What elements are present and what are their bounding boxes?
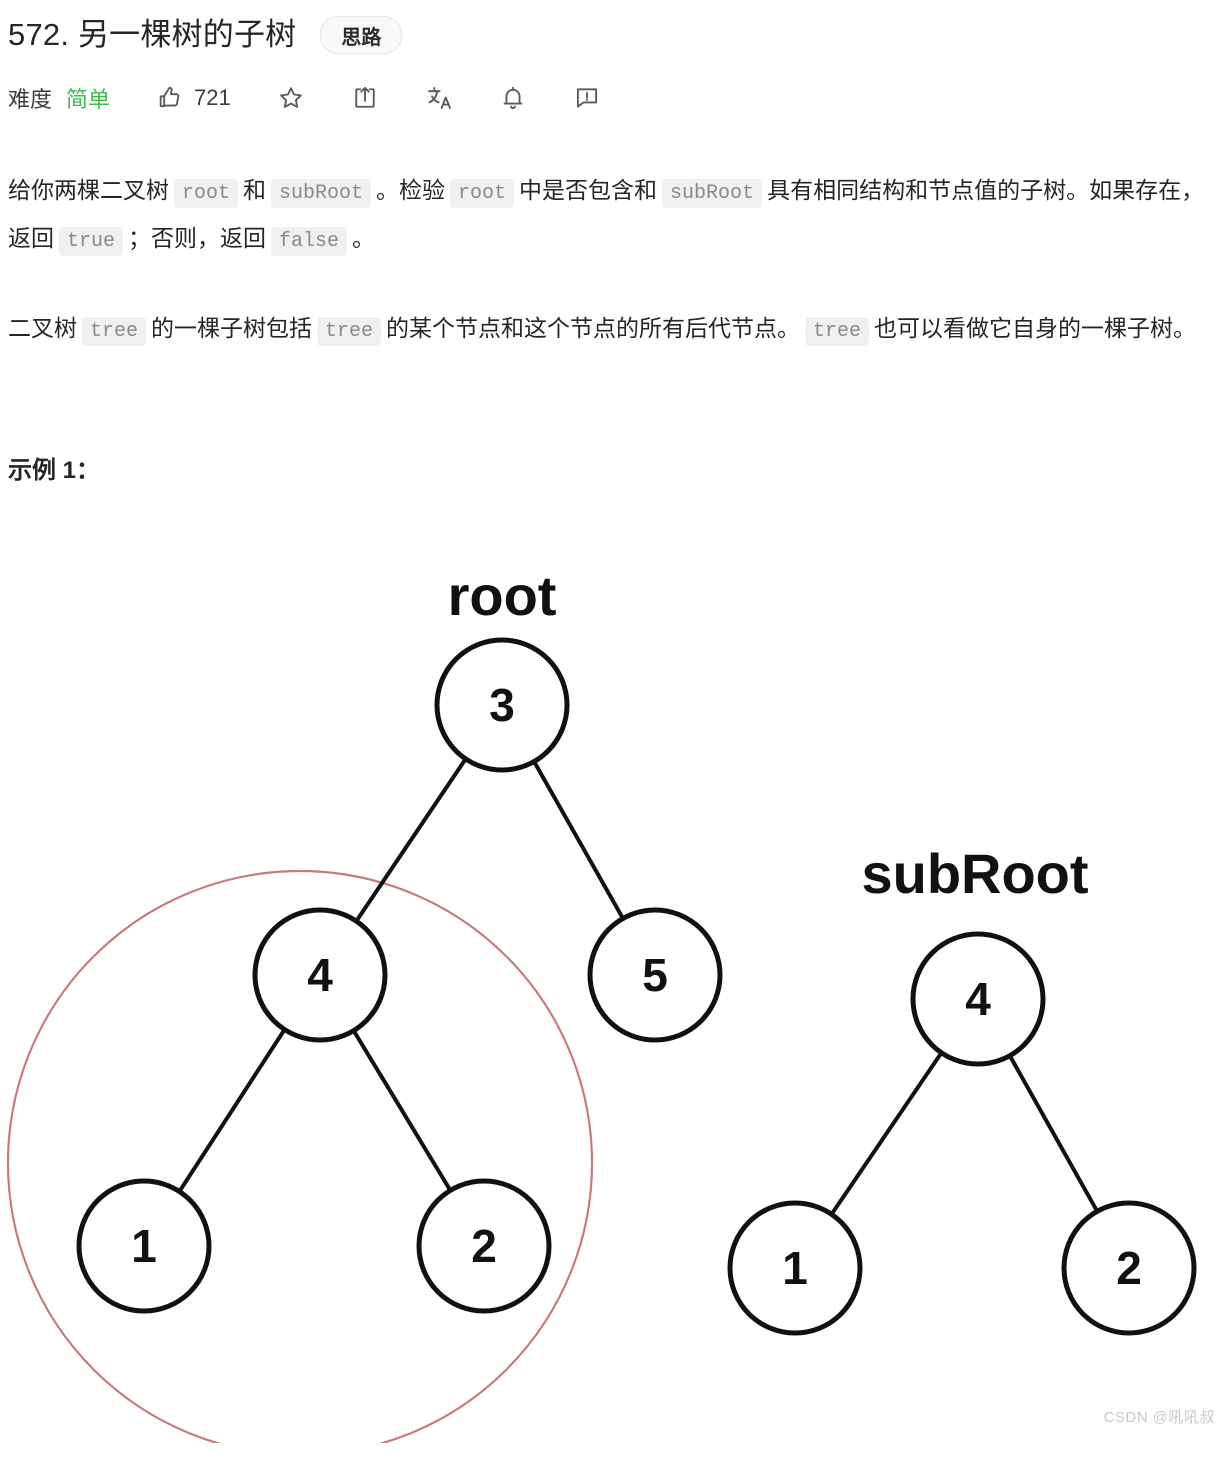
- code-chip-tree: tree: [805, 317, 870, 346]
- tree-node: 3: [434, 637, 570, 773]
- feedback-button[interactable]: [573, 84, 601, 112]
- code-chip-true: true: [59, 227, 124, 256]
- tree-node: 2: [1061, 1200, 1197, 1336]
- root-tree-label: root: [448, 564, 557, 627]
- idea-badge-button[interactable]: 思路: [320, 16, 403, 54]
- desc-text: 。: [352, 225, 376, 251]
- tree-edge: [351, 1029, 453, 1192]
- example-heading: 示例 1：: [8, 457, 101, 484]
- desc-text: 给你两棵二叉树: [8, 177, 169, 203]
- tree-node-value: 5: [642, 949, 668, 1001]
- tree-node: 1: [727, 1200, 863, 1336]
- like-count: 721: [194, 85, 231, 110]
- feedback-icon: [573, 84, 601, 112]
- code-chip-tree: tree: [82, 317, 147, 346]
- favorite-button[interactable]: [277, 84, 305, 112]
- code-chip-subroot: subRoot: [662, 179, 763, 208]
- desc-text: 。检验: [376, 177, 446, 203]
- desc-text: 的某个节点和这个节点的所有后代节点。: [386, 315, 801, 341]
- desc-text: ；否则，返回: [128, 225, 267, 251]
- tree-nodes: 3 4 5 1 2 4 1 2: [76, 637, 1197, 1336]
- page-title: 572. 另一棵树的子树: [8, 17, 297, 52]
- notification-button[interactable]: [499, 84, 527, 112]
- tree-node-value: 2: [1116, 1242, 1142, 1294]
- share-icon: [351, 84, 379, 112]
- translate-icon: [425, 84, 453, 112]
- problem-content: 给你两棵二叉树 root 和 subRoot 。检验 root 中是否包含和 subRoot 具…: [0, 168, 1229, 485]
- example-figure: 3 4 5 1 2 4 1 2 root subRoot CSDN @吼吼叔: [0, 513, 1229, 1443]
- tree-node-value: 4: [307, 949, 333, 1001]
- tree-node-value: 1: [131, 1220, 157, 1272]
- tree-edge: [1008, 1054, 1099, 1213]
- subroot-tree-label: subRoot: [861, 842, 1088, 905]
- code-chip-root: root: [450, 179, 515, 208]
- tree-edge: [177, 1028, 287, 1193]
- tree-node-value: 3: [489, 679, 515, 731]
- tree-node: 4: [252, 907, 388, 1043]
- binary-tree-diagram: 3 4 5 1 2 4 1 2 root subRoot: [6, 564, 1197, 1443]
- tree-node-value: 2: [471, 1220, 497, 1272]
- desc-text: 二叉树: [8, 315, 77, 341]
- tree-node-value: 4: [965, 973, 991, 1025]
- tree-node: 2: [416, 1178, 552, 1314]
- csdn-watermark: CSDN @吼吼叔: [1103, 1409, 1215, 1426]
- share-button[interactable]: [351, 84, 379, 112]
- description-paragraph-1: 给你两棵二叉树 root 和 subRoot 。检验 root 中是否包含和 subRoot 具…: [8, 168, 1221, 264]
- tree-edge: [829, 1051, 944, 1216]
- difficulty-label: 难度: [8, 87, 53, 112]
- desc-text: 和: [243, 177, 267, 203]
- desc-text: 也可以看做它自身的一棵子树。: [874, 315, 1197, 341]
- difficulty-value[interactable]: 简单: [66, 82, 110, 114]
- tree-edge: [354, 757, 468, 923]
- problem-meta-toolbar: 难度 简单 721: [8, 78, 1229, 118]
- like-button[interactable]: 721: [156, 84, 231, 112]
- tree-edge: [532, 760, 625, 920]
- translate-button[interactable]: [425, 84, 453, 112]
- desc-text: 的一棵子树包括: [151, 315, 313, 341]
- description-paragraph-2: 二叉树 tree 的一棵子树包括 tree 的某个节点和这个节点的所有后代节点。 tree…: [8, 306, 1221, 354]
- bell-icon: [499, 84, 527, 112]
- tree-node: 1: [76, 1178, 212, 1314]
- tree-node: 4: [910, 931, 1046, 1067]
- code-chip-subroot: subRoot: [271, 179, 372, 208]
- thumbs-up-icon: [156, 84, 184, 112]
- tree-node: 5: [587, 907, 723, 1043]
- title-row: 572. 另一棵树的子树 思路: [8, 14, 1229, 56]
- star-icon: [277, 84, 305, 112]
- code-chip-root: root: [174, 179, 239, 208]
- code-chip-tree: tree: [317, 317, 382, 346]
- code-chip-false: false: [271, 227, 348, 256]
- desc-text: 中是否包含和: [519, 177, 658, 203]
- tree-node-value: 1: [782, 1242, 808, 1294]
- problem-header: 572. 另一棵树的子树 思路 难度 简单 721: [0, 0, 1229, 118]
